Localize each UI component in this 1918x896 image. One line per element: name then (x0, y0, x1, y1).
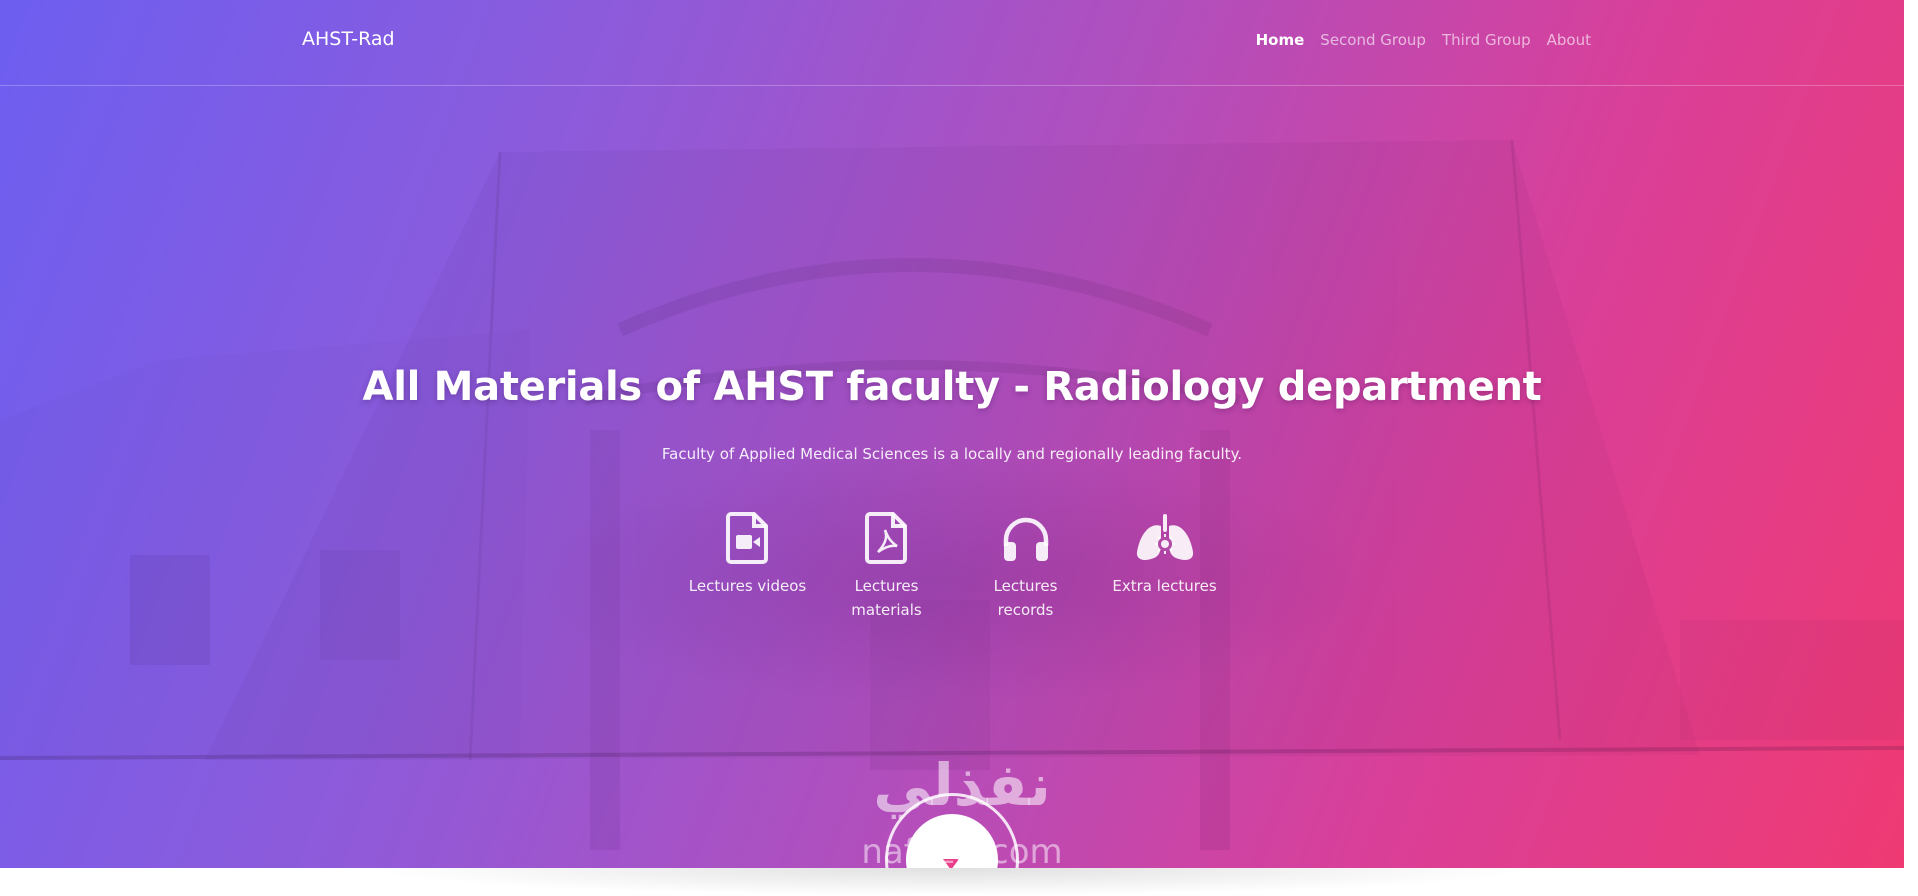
hero-title: All Materials of AHST faculty - Radiolog… (362, 364, 1542, 410)
nav-link-home[interactable]: Home (1256, 31, 1305, 49)
headphones-icon (1003, 517, 1048, 561)
feature-lectures-videos[interactable]: Lectures videos (678, 512, 817, 598)
feature-label: Extra lectures (1112, 577, 1217, 595)
feature-label: Lectures materials (851, 577, 922, 619)
watermark-arabic: نفذلي (873, 751, 1051, 819)
nav-links: Home Second Group Third Group About (1256, 31, 1591, 49)
navbar: AHST-Rad Home Second Group Third Group A… (0, 0, 1904, 86)
file-pdf-icon (864, 512, 907, 564)
nav-link-about[interactable]: About (1547, 31, 1591, 49)
feature-lectures-materials[interactable]: Lectures materials (817, 512, 956, 622)
feature-label: Lectures records (993, 577, 1058, 619)
nav-link-second-group[interactable]: Second Group (1320, 31, 1426, 49)
feature-extra-lectures[interactable]: Extra lectures (1095, 512, 1234, 598)
feature-list: Lectures videos Lectures materials Lectu… (678, 512, 1236, 632)
hero-subtitle: Faculty of Applied Medical Sciences is a… (661, 445, 1243, 463)
lungs-virus-icon (1136, 514, 1193, 560)
feature-lectures-records[interactable]: Lectures records (956, 512, 1095, 622)
watermark-latin: nafezly.com (861, 832, 1063, 868)
hero-section: AHST-Rad Home Second Group Third Group A… (0, 0, 1904, 868)
faculty-building-photo (0, 139, 1904, 850)
file-video-icon (725, 512, 768, 564)
nav-link-third-group[interactable]: Third Group (1442, 31, 1531, 49)
watermark: نفذلي nafezly.com (842, 751, 1082, 868)
feature-label: Lectures videos (688, 577, 807, 595)
content-card-shadow (360, 868, 1540, 896)
brand-logo[interactable]: AHST-Rad (302, 28, 395, 50)
